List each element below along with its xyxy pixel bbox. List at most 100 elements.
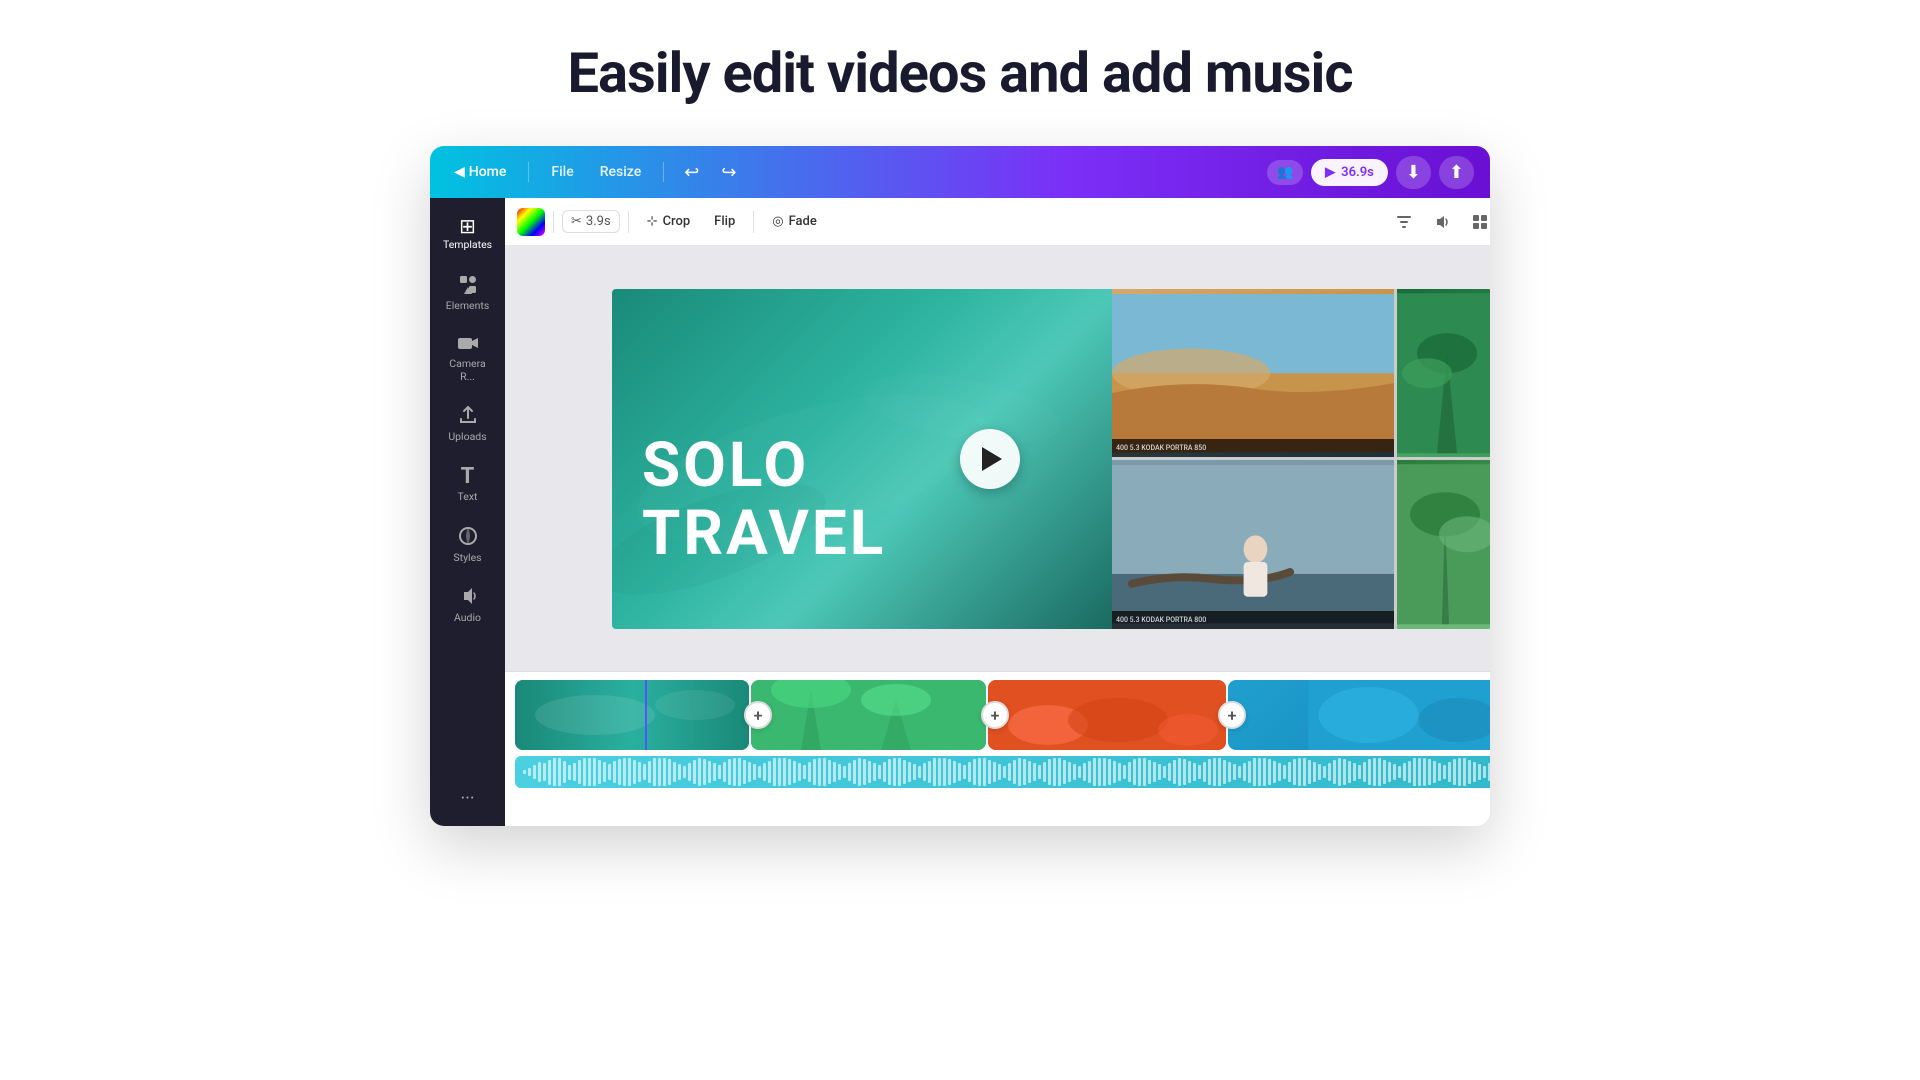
wave-bar [958, 763, 961, 781]
wave-bar [593, 758, 596, 786]
wave-bar [668, 759, 671, 785]
thumb-woman: 400 5.3 KODAK PORTRA 800 [1112, 460, 1394, 629]
canvas-right-top: 400 5.3 KODAK PORTRA 850 [1112, 289, 1490, 458]
wave-bar [1073, 764, 1076, 780]
collaborate-button[interactable]: 👥 [1267, 160, 1303, 185]
share-button[interactable]: ⬆ [1439, 156, 1474, 189]
wave-bar [1358, 765, 1361, 779]
wave-bar [1248, 761, 1251, 783]
wave-bar [1088, 761, 1091, 783]
wave-bar [823, 758, 826, 786]
play-preview-button[interactable]: ▶ 36.9s [1311, 159, 1388, 186]
redo-button[interactable]: ↪ [715, 158, 742, 187]
wave-bar [1228, 762, 1231, 782]
wave-bar [1368, 759, 1371, 785]
wave-bar [1128, 762, 1131, 782]
wave-bar [1163, 766, 1166, 778]
mosaic-button[interactable] [1464, 206, 1490, 238]
camera-label: Camera R... [443, 358, 493, 383]
wave-bar [1318, 764, 1321, 780]
thumb-palms-top [1397, 289, 1490, 458]
wave-bar [768, 761, 771, 783]
resize-nav-item[interactable]: Resize [592, 160, 650, 184]
download-button[interactable]: ⬇ [1396, 156, 1431, 189]
audio-label: Audio [454, 612, 481, 625]
timeline-tracks: + [505, 672, 1490, 826]
sidebar-item-audio[interactable]: Audio [435, 576, 501, 635]
wave-bar [828, 760, 831, 784]
add-icon-1: + [754, 706, 763, 725]
wave-bar [1123, 765, 1126, 779]
palms-visual [1397, 289, 1490, 458]
wave-bar [1263, 758, 1266, 786]
wave-bar [658, 758, 661, 786]
scissors-icon: ✂ [571, 214, 582, 229]
playhead[interactable] [645, 680, 647, 750]
text-icon: T [461, 466, 475, 488]
wave-bar [1053, 758, 1056, 786]
clip-aerial[interactable] [515, 680, 749, 750]
add-clip-button-3[interactable]: + [1218, 701, 1246, 729]
waveform [515, 756, 1490, 788]
wave-bar [1203, 762, 1206, 782]
clip-turtle[interactable] [1228, 680, 1490, 750]
toolbar-right [1388, 206, 1490, 238]
sidebar-item-templates[interactable]: ⊞ Templates [435, 206, 501, 262]
canvas-left-video: SOLO TRAVEL [612, 289, 1112, 629]
wave-bar [648, 761, 651, 783]
sidebar-item-uploads[interactable]: Uploads [435, 395, 501, 454]
sidebar-item-styles[interactable]: Styles [435, 516, 501, 575]
wave-bar [758, 766, 761, 778]
wave-bar [1348, 761, 1351, 783]
play-button[interactable] [960, 429, 1020, 489]
wave-bar [1243, 763, 1246, 781]
editor-area: ✂ 3.9s ⊹ Crop Flip ◎ Fade [505, 198, 1490, 826]
wave-bar [853, 760, 856, 784]
add-icon-3: + [1228, 706, 1237, 725]
audio-track[interactable] [515, 756, 1490, 788]
canvas-title-line1: SOLO [642, 432, 886, 500]
wave-bar [1023, 759, 1026, 785]
wave-bar [563, 761, 566, 783]
wave-bar [953, 761, 956, 783]
wave-bar [1308, 760, 1311, 784]
volume-button[interactable] [1426, 206, 1458, 238]
wave-bar [1398, 766, 1401, 778]
back-home-button[interactable]: ◀ Home [446, 160, 514, 184]
sidebar-item-more[interactable]: ··· [435, 780, 501, 818]
add-clip-button-2[interactable]: + [981, 701, 1009, 729]
sidebar-item-text[interactable]: T Text [435, 456, 501, 514]
wave-bar [703, 759, 706, 785]
add-clip-button-1[interactable]: + [744, 701, 772, 729]
flip-label: Flip [714, 214, 735, 229]
wave-bar [1258, 758, 1261, 786]
clip-palms[interactable] [751, 680, 986, 750]
sidebar-item-camera[interactable]: Camera R... [435, 324, 501, 393]
fade-icon: ◎ [772, 214, 783, 229]
color-palette-button[interactable] [517, 208, 545, 236]
toolbar-sep-2 [628, 211, 629, 233]
wave-bar [1338, 758, 1341, 786]
sidebar-item-elements[interactable]: Elements [435, 264, 501, 323]
filter-button[interactable] [1388, 206, 1420, 238]
wave-bar [1268, 759, 1271, 785]
canvas-right-bottom: 400 5.3 KODAK PORTRA 800 [1112, 460, 1490, 629]
undo-button[interactable]: ↩ [678, 158, 705, 187]
clip-food[interactable] [988, 680, 1226, 750]
file-nav-item[interactable]: File [543, 160, 581, 184]
crop-button[interactable]: ⊹ Crop [637, 209, 701, 234]
wave-bar [1388, 762, 1391, 782]
wave-bar [1213, 758, 1216, 786]
wave-bar [873, 763, 876, 781]
wave-bar [1413, 758, 1416, 786]
wave-bar [1193, 763, 1196, 781]
wave-bar [1033, 763, 1036, 781]
canvas-title: SOLO TRAVEL [642, 432, 886, 568]
wave-bar [1048, 759, 1051, 785]
wave-bar [1178, 758, 1181, 786]
flip-button[interactable]: Flip [704, 209, 745, 234]
header-bar: ◀ Home File Resize ↩ ↪ 👥 ▶ 36.9s ⬇ ⬆ [430, 146, 1490, 198]
wave-bar [1113, 761, 1116, 783]
wave-bar [733, 758, 736, 786]
fade-button[interactable]: ◎ Fade [762, 209, 827, 234]
